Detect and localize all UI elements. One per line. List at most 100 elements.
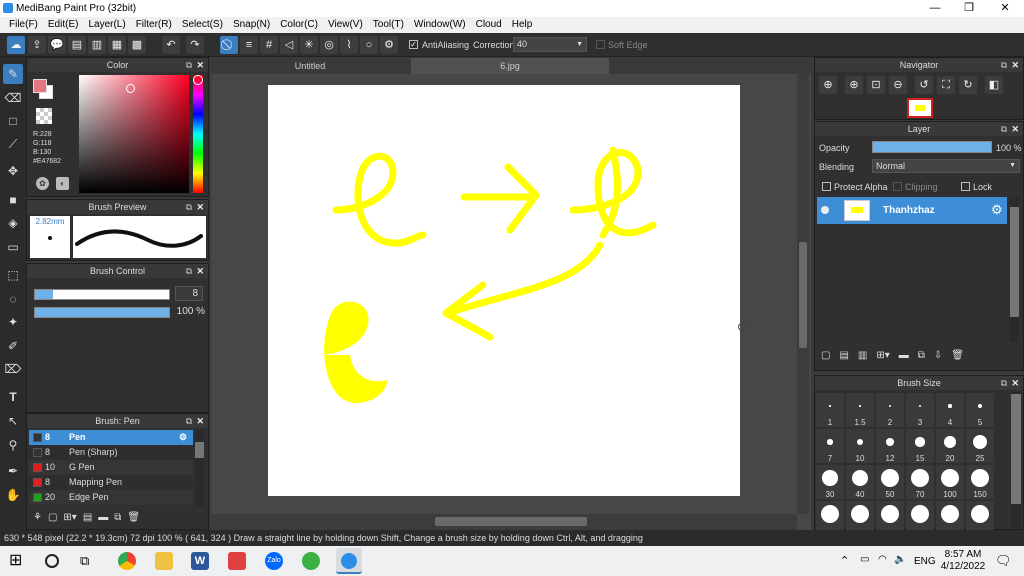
eraser-tool-icon[interactable]: ⌫: [3, 88, 23, 108]
redo-button[interactable]: ↷: [186, 36, 204, 54]
brush-size-cell[interactable]: 5: [966, 393, 994, 427]
snap-curve-icon[interactable]: ⌇: [340, 36, 358, 54]
scrollbar-thumb[interactable]: [1010, 207, 1019, 317]
scrollbar-thumb[interactable]: [799, 242, 807, 348]
rotate-right-icon[interactable]: ↻: [959, 76, 977, 94]
word-icon[interactable]: W: [191, 552, 209, 570]
minimize-button[interactable]: —: [918, 0, 952, 17]
brush-delete-icon[interactable]: 🗑: [127, 508, 140, 528]
brush-size-cell[interactable]: 30: [816, 465, 844, 499]
brush-size-value[interactable]: 8: [175, 286, 203, 301]
wifi-icon[interactable]: ◠: [878, 554, 887, 565]
close-icon[interactable]: ✕: [1011, 58, 1019, 72]
brush-item-edge-pen[interactable]: 20 Edge Pen: [29, 490, 193, 505]
soft-edge-checkbox[interactable]: [596, 40, 605, 49]
zalo-icon[interactable]: Zalo: [265, 552, 283, 570]
color-history-icon[interactable]: ◐: [56, 177, 69, 190]
settings-gear-icon[interactable]: ⚙: [380, 36, 398, 54]
brush-size-slider[interactable]: [34, 289, 170, 300]
menu-file[interactable]: File(F): [4, 17, 43, 33]
bucket-tool-icon[interactable]: ◈: [3, 213, 23, 233]
brush-item-pen[interactable]: 8 Pen ⚙: [29, 430, 193, 445]
undock-icon[interactable]: ⧉: [1001, 58, 1007, 72]
navigator-thumbnail[interactable]: [907, 98, 933, 118]
language-indicator[interactable]: ENG: [914, 556, 936, 567]
brush-new-icon[interactable]: ▢: [48, 508, 57, 528]
app-icon-green[interactable]: [302, 552, 320, 570]
brush-folder-icon[interactable]: ▬: [98, 508, 108, 528]
pen-tool-icon[interactable]: ✎: [3, 64, 23, 84]
brush-size-cell[interactable]: 100: [936, 465, 964, 499]
merge-layer-icon[interactable]: ⇩: [934, 350, 942, 361]
brush-size-cell[interactable]: 20: [936, 429, 964, 463]
brush-copy-icon[interactable]: ▤: [83, 508, 92, 528]
text-tool-icon[interactable]: T: [3, 387, 23, 407]
antialiasing-checkbox[interactable]: ✓: [409, 40, 418, 49]
layer-row[interactable]: Thanhzhaz ⚙: [817, 197, 1007, 224]
clipping-checkbox[interactable]: [893, 182, 902, 191]
color-picker-cursor[interactable]: [126, 84, 135, 93]
new-8bit-layer-icon[interactable]: ▥: [858, 350, 867, 361]
comment-icon[interactable]: 💬: [48, 36, 66, 54]
menu-tool[interactable]: Tool(T): [368, 17, 409, 33]
new-layer-icon[interactable]: ▢: [821, 350, 830, 361]
share-icon[interactable]: ⇪: [28, 36, 46, 54]
new-halftone-layer-icon[interactable]: ▤: [839, 350, 848, 361]
maximize-button[interactable]: ❐: [952, 0, 986, 17]
menu-filter[interactable]: Filter(R): [131, 17, 177, 33]
saturation-value-picker[interactable]: [79, 75, 189, 193]
palette-icon[interactable]: ✿: [36, 177, 49, 190]
search-icon[interactable]: [45, 554, 59, 568]
tray-chevron-up-icon[interactable]: ⌃: [840, 554, 849, 567]
layer-opacity-slider[interactable]: [872, 141, 992, 153]
brush-size-cell[interactable]: 1.5: [846, 393, 874, 427]
delete-layer-icon[interactable]: 🗑: [951, 350, 964, 361]
close-icon[interactable]: ✕: [196, 200, 204, 214]
close-icon[interactable]: ✕: [196, 414, 204, 428]
hue-cursor[interactable]: [193, 75, 203, 85]
menu-window[interactable]: Window(W): [409, 17, 471, 33]
zoom-in-icon[interactable]: ⊕: [845, 76, 863, 94]
move-tool-icon[interactable]: ✥: [3, 161, 23, 181]
close-icon[interactable]: ✕: [1011, 376, 1019, 390]
brush-size-cell[interactable]: 10: [846, 429, 874, 463]
undock-icon[interactable]: ⧉: [1001, 376, 1007, 390]
transparent-swatch[interactable]: [36, 108, 52, 124]
line-tool-icon[interactable]: ⟋: [3, 134, 23, 154]
scrollbar-thumb[interactable]: [435, 517, 587, 526]
undo-button[interactable]: ↶: [162, 36, 180, 54]
app-icon-red[interactable]: [228, 552, 246, 570]
medibang-task-icon[interactable]: [336, 548, 362, 574]
brush-size-cell[interactable]: 3: [906, 393, 934, 427]
battery-icon[interactable]: ▭: [860, 554, 869, 565]
grid-icon[interactable]: ▩: [128, 36, 146, 54]
menu-select[interactable]: Select(S): [177, 17, 228, 33]
tab-untitled[interactable]: Untitled: [211, 58, 409, 74]
snap-radial-icon[interactable]: ✳: [300, 36, 318, 54]
undock-icon[interactable]: ⧉: [186, 414, 192, 428]
note-icon[interactable]: ▤: [68, 36, 86, 54]
select-tool-icon[interactable]: ⬚: [3, 265, 23, 285]
fill-rect-tool-icon[interactable]: ■: [3, 190, 23, 210]
brush-size-scrollbar[interactable]: [1011, 392, 1021, 528]
snap-parallel-icon[interactable]: ≡: [240, 36, 258, 54]
zoom-fit-icon[interactable]: ⊕: [819, 76, 837, 94]
menu-help[interactable]: Help: [507, 17, 538, 33]
add-layer-menu-icon[interactable]: ⊞▾: [876, 350, 889, 361]
rotate-left-icon[interactable]: ↺: [915, 76, 933, 94]
hand-tool-icon[interactable]: ✋: [3, 485, 23, 505]
rectangle-tool-icon[interactable]: □: [3, 111, 23, 131]
brush-size-cell[interactable]: 25: [966, 429, 994, 463]
brush-size-cell[interactable]: 50: [876, 465, 904, 499]
clock[interactable]: 8:57 AM 4/12/2022: [940, 549, 986, 573]
brush-duplicate-icon[interactable]: ⧉: [114, 508, 121, 528]
flip-icon[interactable]: ◧: [985, 76, 1003, 94]
snap-perspective-icon[interactable]: ◁: [280, 36, 298, 54]
brush-size-cell[interactable]: 12: [876, 429, 904, 463]
brush-add-menu-icon[interactable]: ⊞▾: [63, 508, 76, 528]
tab-6-jpg[interactable]: 6.jpg: [411, 58, 609, 74]
brush-list-scrollbar[interactable]: [195, 430, 204, 506]
correction-select[interactable]: 40 ▼: [513, 37, 587, 52]
drawing-canvas[interactable]: [268, 85, 740, 496]
select-eraser-tool-icon[interactable]: ⌦: [3, 359, 23, 379]
